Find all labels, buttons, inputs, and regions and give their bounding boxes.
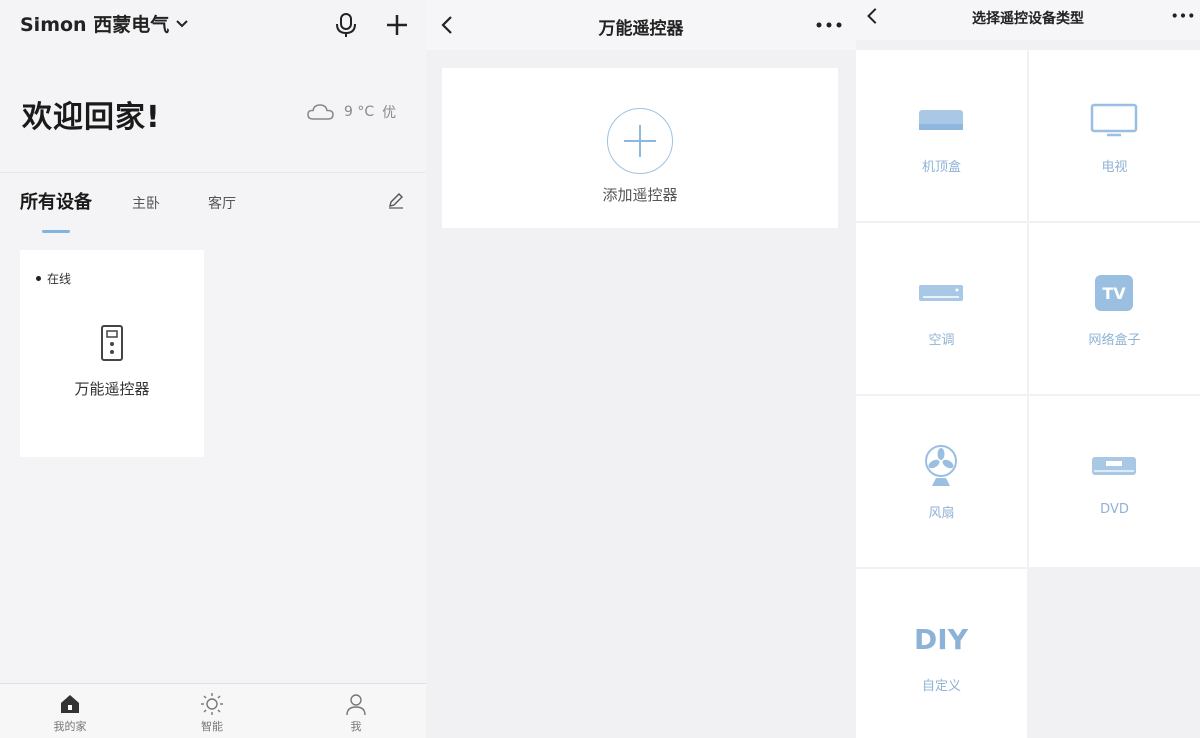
status-dot	[36, 276, 41, 281]
status-label: 在线	[47, 272, 72, 286]
active-tab-indicator	[42, 230, 70, 233]
type-fan[interactable]: 风扇	[856, 396, 1027, 567]
remote-screen: 万能遥控器 添加遥控器	[426, 0, 856, 738]
nav-label: 我的家	[53, 720, 87, 733]
cloud-icon	[307, 104, 334, 120]
remote-header: 万能遥控器	[426, 0, 856, 50]
device-status: 在线	[36, 270, 71, 287]
select-type-screen: 选择遥控设备类型 机顶盒 电视 空调 TV 网络盒子 风扇 DVD DIY 自定…	[856, 0, 1200, 738]
type-tv[interactable]: 电视	[1029, 50, 1200, 221]
select-header: 选择遥控设备类型	[856, 0, 1200, 40]
room-tabs: 所有设备 主卧 客厅	[20, 188, 284, 214]
welcome-title: 欢迎回家!	[22, 100, 161, 135]
add-remote-card[interactable]: 添加遥控器	[442, 68, 838, 228]
type-label: 自定义	[921, 679, 961, 694]
type-label: DVD	[1100, 502, 1129, 517]
set-top-box-icon	[919, 110, 963, 130]
weather-widget[interactable]: 9 °C 优	[306, 102, 396, 122]
tab-all-devices[interactable]: 所有设备	[20, 188, 92, 214]
nav-label: 我	[350, 720, 362, 733]
type-label: 风扇	[928, 506, 955, 521]
plus-circle-icon	[607, 108, 673, 174]
edit-icon[interactable]	[386, 190, 406, 210]
nav-me[interactable]: 我	[316, 692, 396, 734]
divider	[0, 172, 426, 173]
type-label: 机顶盒	[921, 160, 961, 175]
type-label: 空调	[928, 333, 955, 348]
tv-icon	[1090, 103, 1138, 137]
type-air-conditioner[interactable]: 空调	[856, 223, 1027, 394]
temperature: 9 °C	[344, 104, 375, 120]
device-card[interactable]: 在线 万能遥控器	[20, 250, 204, 457]
type-network-box[interactable]: TV 网络盒子	[1029, 223, 1200, 394]
more-icon[interactable]	[1172, 13, 1194, 18]
more-icon[interactable]	[816, 22, 842, 28]
brand-label: Simon 西蒙电气	[20, 14, 170, 36]
page-title: 万能遥控器	[598, 19, 684, 39]
diy-icon: DIY	[914, 622, 968, 656]
remote-control-icon	[101, 325, 123, 361]
home-screen: Simon 西蒙电气 欢迎回家! 9 °C 优 所有设备 主卧 客厅 在线 万能…	[0, 0, 426, 738]
add-icon[interactable]	[384, 12, 410, 38]
home-icon	[61, 695, 79, 713]
air-quality: 优	[382, 105, 397, 121]
nav-smart[interactable]: 智能	[172, 692, 252, 734]
home-header: Simon 西蒙电气	[0, 0, 426, 48]
user-icon	[346, 694, 366, 716]
microphone-icon[interactable]	[334, 12, 358, 38]
type-label: 电视	[1101, 160, 1128, 175]
type-custom[interactable]: DIY 自定义	[856, 569, 1027, 738]
fan-icon	[925, 445, 957, 486]
add-remote-label: 添加遥控器	[602, 186, 678, 204]
air-conditioner-icon	[919, 285, 963, 301]
nav-my-home[interactable]: 我的家	[30, 692, 110, 734]
chevron-down-icon	[176, 19, 188, 27]
tab-master-bedroom[interactable]: 主卧	[132, 193, 160, 213]
device-name: 万能遥控器	[74, 380, 150, 398]
network-box-icon: TV	[1095, 275, 1133, 311]
type-dvd[interactable]: DVD	[1029, 396, 1200, 567]
sun-icon	[201, 693, 223, 715]
home-selector[interactable]: Simon 西蒙电气	[20, 10, 189, 37]
nav-label: 智能	[201, 720, 223, 733]
type-set-top-box[interactable]: 机顶盒	[856, 50, 1027, 221]
type-label: 网络盒子	[1088, 333, 1141, 348]
dvd-icon	[1092, 457, 1136, 475]
bottom-nav: 我的家 智能 我	[0, 683, 426, 738]
tab-living-room[interactable]: 客厅	[208, 193, 236, 213]
page-title: 选择遥控设备类型	[972, 11, 1084, 27]
